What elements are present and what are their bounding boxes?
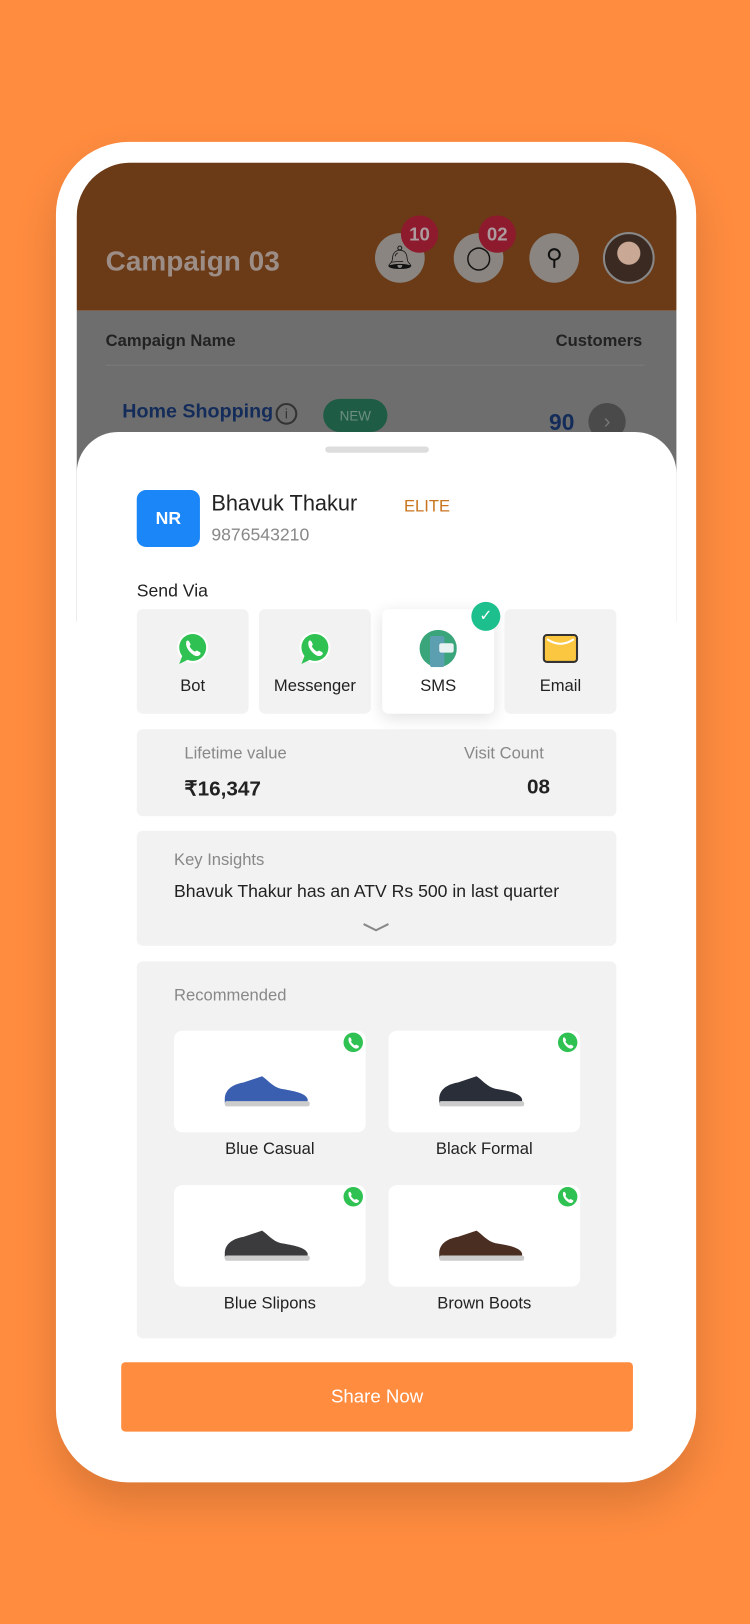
option-label: Email [539, 677, 582, 696]
send-via-label: Send Via [136, 581, 208, 601]
send-option-messenger[interactable]: Messenger [258, 609, 371, 714]
shoe-image [439, 1230, 525, 1261]
avatar[interactable] [602, 232, 655, 284]
lifetime-value: ₹16,347 [184, 777, 261, 801]
option-label: Bot [180, 677, 206, 696]
product-card[interactable] [388, 1185, 581, 1287]
share-now-button[interactable]: Share Now [121, 1362, 633, 1432]
whatsapp-icon [556, 1185, 579, 1208]
option-label: SMS [420, 677, 457, 696]
search-icon: ⚲ [545, 244, 563, 271]
search-button[interactable]: ⚲ [529, 233, 580, 283]
notifications-badge: 10 [400, 215, 439, 253]
stats-card: Lifetime value ₹16,347 Visit Count 08 [136, 729, 617, 817]
info-icon[interactable]: i [275, 402, 298, 425]
tier-badge: ELITE [404, 498, 451, 516]
key-insights-text: Bhavuk Thakur has an ATV Rs 500 in last … [174, 881, 560, 902]
visit-count-label: Visit Count [464, 744, 544, 763]
recommended-card: Recommended Blue Casual Black Formal Blu… [136, 961, 617, 1339]
whatsapp-icon [556, 1031, 579, 1054]
customer-avatar: NR [136, 489, 200, 547]
campaign-name-link[interactable]: Home Shopping [122, 401, 273, 424]
send-option-email[interactable]: Email [504, 609, 617, 714]
messages-badge: 02 [478, 215, 516, 253]
product-card[interactable] [174, 1030, 366, 1133]
sms-icon [419, 629, 457, 668]
page-title: Campaign 03 [105, 245, 280, 277]
column-header-name: Campaign Name [105, 332, 236, 351]
customer-phone: 9876543210 [211, 525, 310, 545]
lifetime-value-label: Lifetime value [184, 744, 287, 763]
product-name: Blue Slipons [223, 1294, 316, 1313]
app-screen: Campaign 03 🔔︎ 10 ◯ 02 ⚲ Campaign Name C… [76, 162, 677, 1463]
email-icon [542, 633, 579, 663]
customer-name: Bhavuk Thakur [211, 492, 358, 516]
app-header: Campaign 03 🔔︎ 10 ◯ 02 ⚲ [76, 162, 677, 311]
shoe-image [224, 1076, 310, 1107]
whatsapp-icon [299, 631, 331, 665]
new-badge: NEW [323, 398, 388, 432]
divider [105, 364, 645, 366]
key-insights-card[interactable]: Key Insights Bhavuk Thakur has an ATV Rs… [136, 830, 617, 946]
shoe-image [224, 1230, 310, 1261]
column-header-customers: Customers [555, 332, 643, 351]
whatsapp-icon [342, 1031, 365, 1054]
drag-handle[interactable] [325, 446, 429, 453]
send-option-bot[interactable]: Bot [136, 609, 249, 714]
customer-bottom-sheet: NR Bhavuk Thakur ELITE 9876543210 Send V… [76, 431, 677, 1463]
product-card[interactable] [388, 1030, 581, 1133]
whatsapp-icon [342, 1185, 365, 1208]
whatsapp-icon [177, 631, 209, 665]
product-name: Blue Casual [225, 1140, 315, 1159]
visit-count: 08 [527, 775, 551, 799]
product-name: Brown Boots [437, 1294, 532, 1313]
key-insights-label: Key Insights [174, 851, 265, 870]
chevron-down-icon[interactable] [363, 922, 390, 932]
option-label: Messenger [273, 677, 356, 696]
selected-check-icon: ✓ [471, 601, 501, 631]
product-card[interactable] [174, 1185, 366, 1287]
product-name: Black Formal [435, 1140, 533, 1159]
shoe-image [439, 1076, 525, 1107]
recommended-label: Recommended [174, 987, 287, 1005]
